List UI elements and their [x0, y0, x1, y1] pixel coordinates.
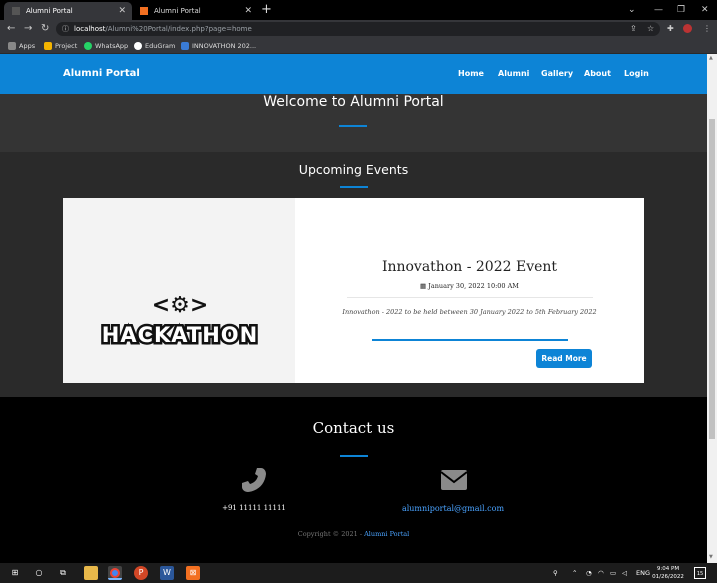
- close-window-button[interactable]: ✕: [701, 0, 709, 20]
- tab-close-icon[interactable]: ✕: [244, 2, 252, 20]
- xampp-favicon-icon: [140, 7, 148, 15]
- svg-text:<⚙>: <⚙>: [152, 293, 209, 318]
- battery-icon[interactable]: ▭: [610, 563, 616, 583]
- notifications-icon[interactable]: 15: [694, 567, 706, 579]
- contact-email[interactable]: alumniportal@gmail.com: [393, 504, 513, 513]
- people-icon[interactable]: ⚲: [553, 563, 558, 583]
- wifi-icon[interactable]: ◠: [598, 563, 604, 583]
- url-path: /Alumni%20Portal/index.php?page=home: [105, 25, 252, 33]
- xampp-icon[interactable]: ⊠: [186, 566, 200, 580]
- hackathon-logo: <⚙> HACKATHON: [99, 293, 259, 348]
- contact-divider: [340, 455, 368, 457]
- event-accent-line: [372, 339, 568, 341]
- events-heading: Upcoming Events: [298, 162, 409, 177]
- forward-arrow-icon[interactable]: →: [24, 20, 32, 38]
- bookmark-star-icon[interactable]: ☆: [647, 20, 654, 38]
- read-more-button[interactable]: Read More: [536, 349, 592, 368]
- page-viewport: Alumni Portal Home Alumni Gallery About …: [0, 54, 707, 563]
- scrollbar-thumb[interactable]: [709, 119, 715, 439]
- network-icon[interactable]: ◔: [586, 563, 592, 583]
- reload-icon[interactable]: ↻: [41, 20, 49, 38]
- tab-alumni-portal-1[interactable]: Alumni Portal ✕: [4, 2, 132, 20]
- event-description: Innovathon - 2022 to be held between 30 …: [342, 308, 597, 316]
- event-separator: [347, 297, 593, 298]
- chrome-taskbar-icon[interactable]: [108, 566, 122, 580]
- calendar-icon: ▦: [420, 282, 429, 290]
- profile-avatar[interactable]: [683, 24, 692, 33]
- nav-alumni[interactable]: Alumni: [498, 54, 529, 94]
- copyright: Copyright © 2021 - Alumni Portal: [297, 530, 410, 538]
- nav-login[interactable]: Login: [624, 54, 649, 94]
- apps-grid-icon: [8, 42, 16, 50]
- event-title: Innovathon - 2022 Event: [381, 259, 558, 275]
- clock-date: 01/26/2022: [652, 574, 684, 580]
- chrome-menu-icon[interactable]: ⋮: [703, 20, 711, 38]
- scroll-down-icon[interactable]: ▼: [709, 554, 713, 560]
- site-info-icon[interactable]: ⓘ: [62, 22, 69, 36]
- event-image: <⚙> HACKATHON: [63, 198, 295, 383]
- drive-icon: [44, 42, 52, 50]
- event-date: ▦ January 30, 2022 10:00 AM: [420, 282, 519, 290]
- search-icon[interactable]: ○: [32, 566, 46, 580]
- clock-time: 9:04 PM: [656, 566, 680, 572]
- page-favicon-icon: [12, 7, 20, 15]
- hero-title: Welcome to Alumni Portal: [263, 94, 444, 110]
- hero-divider: [339, 125, 367, 127]
- restore-button[interactable]: ❐: [677, 0, 685, 20]
- browser-toolbar: ← → ↻ ⓘ localhost/Alumni%20Portal/index.…: [0, 20, 717, 38]
- bookmark-apps[interactable]: Apps: [8, 38, 35, 54]
- tab-close-icon[interactable]: ✕: [118, 2, 126, 20]
- site-navbar: Alumni Portal Home Alumni Gallery About …: [0, 54, 707, 94]
- hackathon-text: HACKATHON: [102, 323, 258, 347]
- site-brand[interactable]: Alumni Portal: [63, 54, 140, 94]
- nav-home[interactable]: Home: [458, 54, 484, 94]
- bookmarks-bar: Apps Project WhatsApp EduGram INNOVATHON…: [0, 38, 717, 54]
- windows-taskbar: ⊞ ○ ⧉ P W ⊠ ⚲ ⌃ ◔ ◠ ▭ ◁ ENG 9:04 PM 01/2…: [0, 563, 717, 583]
- copyright-link[interactable]: Alumni Portal: [364, 530, 409, 538]
- tab-alumni-portal-2[interactable]: Alumni Portal ✕: [132, 2, 258, 20]
- whatsapp-icon: [84, 42, 92, 50]
- share-icon[interactable]: ⇪: [630, 20, 637, 38]
- volume-icon[interactable]: ◁: [622, 563, 627, 583]
- innovathon-icon: [181, 42, 189, 50]
- nav-about[interactable]: About: [584, 54, 611, 94]
- word-icon[interactable]: W: [160, 566, 174, 580]
- event-card: <⚙> HACKATHON Innovathon - 2022 Event ▦ …: [63, 198, 644, 383]
- event-details: Innovathon - 2022 Event ▦ January 30, 20…: [295, 198, 644, 383]
- bookmark-edugram[interactable]: EduGram: [134, 38, 175, 54]
- new-tab-button[interactable]: +: [261, 2, 272, 18]
- contact-section: Contact us +91 11111 11111 alumniportal@…: [0, 397, 707, 563]
- scroll-up-icon[interactable]: ▲: [709, 55, 713, 61]
- tab-search-icon[interactable]: ⌄: [628, 0, 636, 20]
- minimize-button[interactable]: —: [654, 0, 663, 20]
- browser-tab-bar: Alumni Portal ✕ Alumni Portal ✕ + ⌄ — ❐ …: [0, 0, 717, 20]
- tab-title: Alumni Portal: [154, 7, 201, 15]
- url-host: localhost: [74, 25, 106, 33]
- taskbar-clock[interactable]: 9:04 PM 01/26/2022: [650, 565, 686, 581]
- events-divider: [340, 186, 368, 188]
- powerpoint-icon[interactable]: P: [134, 566, 148, 580]
- contact-heading: Contact us: [312, 419, 395, 437]
- tab-title: Alumni Portal: [26, 7, 73, 15]
- show-hidden-icons[interactable]: ⌃: [572, 563, 577, 583]
- contact-phone: +91 11111 11111: [222, 504, 286, 512]
- language-indicator[interactable]: ENG: [636, 563, 650, 583]
- bookmark-whatsapp[interactable]: WhatsApp: [84, 38, 128, 54]
- task-view-icon[interactable]: ⧉: [56, 566, 70, 580]
- page-scrollbar[interactable]: ▲ ▼: [707, 54, 717, 563]
- phone-icon: [242, 468, 266, 492]
- bookmark-project[interactable]: Project: [44, 38, 77, 54]
- back-arrow-icon[interactable]: ←: [7, 20, 15, 38]
- edugram-icon: [134, 42, 142, 50]
- windows-start-icon[interactable]: ⊞: [8, 566, 22, 580]
- envelope-icon: [440, 470, 468, 490]
- nav-gallery[interactable]: Gallery: [541, 54, 573, 94]
- file-explorer-icon[interactable]: [84, 566, 98, 580]
- bookmark-innovathon[interactable]: INNOVATHON 202...: [181, 38, 256, 54]
- hero-section: Welcome to Alumni Portal: [0, 94, 707, 152]
- extensions-icon[interactable]: ✚: [667, 20, 674, 38]
- address-bar[interactable]: ⓘ localhost/Alumni%20Portal/index.php?pa…: [56, 22, 660, 36]
